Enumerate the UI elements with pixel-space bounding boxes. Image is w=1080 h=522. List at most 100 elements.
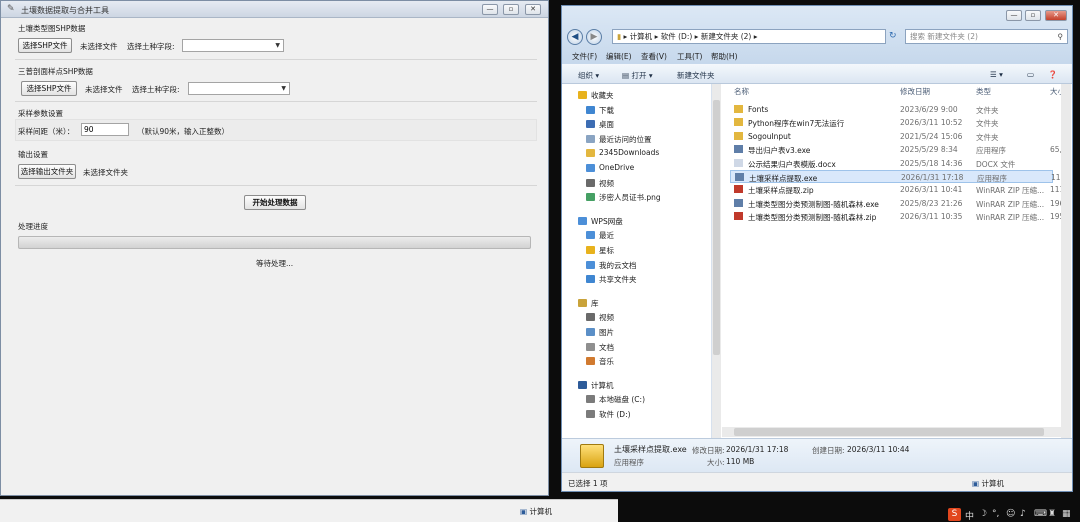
smile-icon[interactable]: ☺ (1006, 509, 1015, 519)
menu-tools[interactable]: 工具(T) (677, 51, 702, 62)
divider (15, 101, 537, 102)
sogou-ime-icon[interactable]: S (948, 508, 961, 521)
file-name: Fonts (748, 105, 769, 114)
file-row[interactable]: Python程序在win7无法运行 2026/3/11 10:52 文件夹 (730, 116, 1053, 129)
breadcrumb-drive-d[interactable]: 软件 (D:) (661, 32, 693, 41)
menu-edit[interactable]: 编辑(E) (606, 51, 632, 62)
file-date: 2026/3/11 10:35 (900, 212, 963, 222)
title-bar[interactable]: ✎ 土壤数据提取与合并工具 — ▫ ✕ (1, 1, 548, 18)
keyboard-icon[interactable]: ⌨ (1034, 509, 1047, 519)
breadcrumb-folder[interactable]: 新建文件夹 (2) (701, 32, 752, 41)
nav-item[interactable]: 收藏夹 (591, 90, 614, 101)
select-profile-shp-button[interactable]: 选择SHP文件 (21, 81, 77, 96)
details-created-value: 2026/3/11 10:44 (847, 445, 910, 454)
file-row[interactable]: SogouInput 2021/5/24 15:06 文件夹 (730, 130, 1053, 143)
nav-item[interactable]: 2345Downloads (599, 148, 659, 157)
file-row[interactable]: 土壤类型图分类预测制图-随机森林.exe 2025/8/23 21:26 WinRA… (730, 197, 1067, 210)
file-row[interactable]: 土壤采样点提取.zip 2026/3/11 10:41 WinRAR ZIP 压缩.… (730, 183, 1067, 196)
minimize-button[interactable]: — (1006, 10, 1022, 21)
nav-item[interactable]: 图片 (599, 327, 614, 338)
nav-item[interactable]: WPS网盘 (591, 216, 623, 227)
document-icon (586, 342, 595, 351)
nav-scrollbar[interactable] (712, 84, 721, 438)
punctuation-icon[interactable]: °, (992, 509, 999, 519)
details-modified-value: 2026/1/31 17:18 (726, 445, 789, 454)
nav-item[interactable]: 最近访问的位置 (599, 134, 652, 145)
help-icon[interactable]: ❓ (1048, 70, 1057, 79)
forward-button[interactable]: ▶ (586, 29, 602, 45)
nav-item[interactable]: 最近 (599, 230, 614, 241)
maximize-button[interactable]: ▫ (503, 4, 519, 15)
menu-view[interactable]: 查看(V) (641, 51, 667, 62)
details-file-name: 土壤采样点提取.exe (614, 445, 687, 454)
file-row[interactable]: 土壤采样点提取.exe 2026/1/31 17:18 应用程序 112, (730, 170, 1068, 183)
nav-item[interactable]: 本地磁盘 (C:) (599, 394, 645, 405)
nav-item[interactable]: 视频 (599, 178, 614, 189)
breadcrumb-computer[interactable]: 计算机 (630, 32, 653, 41)
file-row[interactable]: 土壤类型图分类预测制图-随机森林.zip 2026/3/11 10:35 WinRA… (730, 210, 1067, 223)
language-icon[interactable]: 中 (965, 509, 974, 522)
download-folder-icon (586, 105, 595, 114)
nav-item[interactable]: 下载 (599, 105, 614, 116)
column-header-date[interactable]: 修改日期 (900, 86, 930, 97)
column-header-type[interactable]: 类型 (976, 86, 991, 97)
profile-field-label: 选择土种字段: (132, 85, 180, 94)
view-options-icon[interactable]: ☰ ▾ (990, 70, 1003, 79)
maximize-button[interactable]: ▫ (1025, 10, 1041, 21)
menu-file[interactable]: 文件(F) (572, 51, 597, 62)
file-name: SogouInput (748, 131, 791, 141)
file-type: 应用程序 (977, 174, 1007, 183)
explorer-window: — ▫ ✕ ◀ ▶ ▮ ▸ 计算机 ▸ 软件 (D:) ▸ 新建文件夹 (2) … (561, 5, 1073, 492)
nav-item[interactable]: 库 (591, 298, 599, 309)
file-date: 2025/5/18 14:36 (900, 158, 963, 168)
nav-item[interactable]: 软件 (D:) (599, 409, 631, 420)
grid-icon[interactable]: ▦ (1062, 509, 1071, 519)
select-soil-shp-button[interactable]: 选择SHP文件 (18, 38, 72, 53)
search-input[interactable]: 搜索 新建文件夹 (2) ⚲ (905, 29, 1068, 44)
profile-field-select[interactable]: ▼ (188, 82, 290, 95)
new-folder-button[interactable]: 新建文件夹 (677, 70, 715, 81)
address-bar[interactable]: ▮ ▸ 计算机 ▸ 软件 (D:) ▸ 新建文件夹 (2) ▸ (612, 29, 886, 44)
zip-icon (734, 212, 743, 221)
close-button[interactable]: ✕ (1045, 10, 1067, 21)
soil-field-select[interactable]: ▼ (182, 39, 284, 52)
nav-item[interactable]: 计算机 (591, 380, 614, 391)
nav-scroll-thumb[interactable] (713, 100, 720, 355)
horizontal-scrollbar[interactable] (722, 427, 1061, 437)
close-button[interactable]: ✕ (525, 4, 541, 15)
nav-item[interactable]: 共享文件夹 (599, 274, 637, 285)
open-button[interactable]: ▤ 打开 ▾ (622, 70, 653, 81)
organize-button[interactable]: 组织 ▾ (578, 70, 599, 81)
navigation-pane: 收藏夹 下载 桌面 最近访问的位置 2345Downloads OneDrive 视频 涉密人… (562, 84, 712, 438)
file-row[interactable]: 公示结果归户表模版.docx 2025/5/18 14:36 DOCX 文件 (730, 157, 1053, 170)
nav-item[interactable]: 视频 (599, 312, 614, 323)
moon-icon[interactable]: ☽ (979, 509, 987, 519)
nav-item[interactable]: 桌面 (599, 119, 614, 130)
select-output-folder-button[interactable]: 选择输出文件夹 (18, 164, 76, 179)
shirt-icon[interactable]: ♜ (1048, 509, 1056, 519)
folder-icon (586, 149, 595, 158)
nav-item[interactable]: 音乐 (599, 356, 614, 367)
taskbar-computer[interactable]: ▣ 计算机 (520, 506, 552, 517)
start-process-button[interactable]: 开始处理数据 (244, 195, 306, 210)
sampling-distance-input[interactable] (81, 123, 129, 136)
menu-help[interactable]: 帮助(H) (711, 51, 738, 62)
file-row[interactable]: 导出归户表v3.exe 2025/5/29 8:34 应用程序 65, (730, 143, 1062, 156)
file-type: WinRAR ZIP 压缩... (976, 186, 1045, 196)
h-scroll-thumb[interactable] (734, 428, 1044, 436)
nav-item[interactable]: 涉密人员证书.png (599, 192, 661, 203)
nav-item[interactable]: 我的云文档 (599, 260, 637, 271)
chevron-down-icon: ▼ (275, 42, 280, 49)
back-button[interactable]: ◀ (567, 29, 583, 45)
file-scrollbar[interactable] (1061, 84, 1071, 438)
column-header-name[interactable]: 名称 (734, 86, 749, 97)
nav-item[interactable]: 文档 (599, 342, 614, 353)
exe-icon (735, 173, 744, 181)
refresh-icon[interactable]: ↻ (889, 31, 897, 41)
minimize-button[interactable]: — (482, 4, 498, 15)
preview-pane-icon[interactable]: ▭ (1027, 70, 1034, 79)
file-row[interactable]: Fonts 2023/6/29 9:00 文件夹 (730, 103, 1053, 116)
nav-item[interactable]: 星标 (599, 245, 614, 256)
microphone-icon[interactable]: ♪ (1020, 509, 1026, 519)
nav-item[interactable]: OneDrive (599, 163, 634, 172)
